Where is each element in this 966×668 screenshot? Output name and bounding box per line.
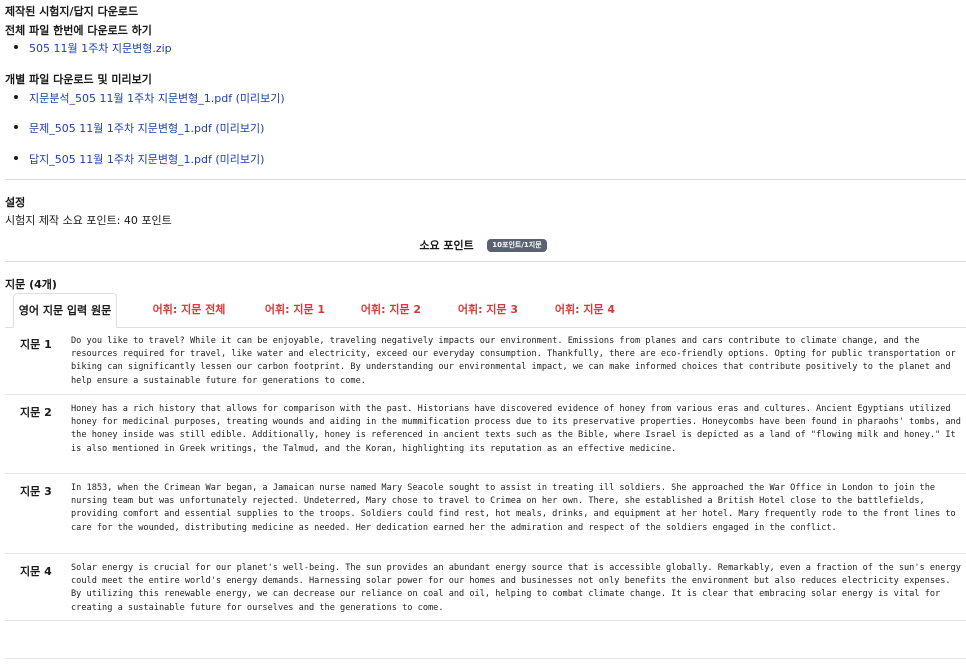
list-item: 지문분석_505 11월 1주차 지문변형_1.pdf (미리보기) — [14, 90, 285, 106]
answers-pdf-link[interactable]: 답지_505 11월 1주차 지문변형_1.pdf (미리보기) — [29, 153, 264, 166]
passage-label: 지문 4 — [20, 565, 52, 578]
points-info: 시험지 제작 소요 포인트: 40 포인트 — [5, 214, 172, 227]
passage-row: 지문 4 Solar energy is crucial for our pla… — [5, 554, 966, 621]
individual-file-list: 문제_505 11월 1주차 지문변형_1.pdf (미리보기) — [14, 120, 264, 136]
passage-label: 지문 3 — [20, 485, 52, 498]
tab-vocab-4[interactable]: 어휘: 지문 4 — [550, 293, 620, 327]
passage-row: 지문 3 In 1853, when the Crimean War began… — [5, 474, 966, 554]
zip-download-link[interactable]: 505 11월 1주차 지문변형.zip — [29, 42, 172, 55]
passage-row: 지문 2 Honey has a rich history that allow… — [5, 395, 966, 474]
list-item: 답지_505 11월 1주차 지문변형_1.pdf (미리보기) — [14, 151, 264, 167]
passage-label: 지문 2 — [20, 406, 52, 419]
individual-file-list: 지문분석_505 11월 1주차 지문변형_1.pdf (미리보기) — [14, 90, 285, 106]
passage-text: In 1853, when the Crimean War began, a J… — [71, 483, 956, 533]
analysis-pdf-link[interactable]: 지문분석_505 11월 1주차 지문변형_1.pdf (미리보기) — [29, 92, 285, 105]
passage-tabs: 영어 지문 입력 원문 어휘: 지문 전체 어휘: 지문 1 어휘: 지문 2 … — [5, 293, 966, 328]
passage-text: Solar energy is crucial for our planet's… — [71, 563, 961, 613]
passage-text: Do you like to travel? While it can be e… — [71, 336, 956, 386]
passage-label: 지문 1 — [20, 338, 52, 351]
tab-english-original[interactable]: 영어 지문 입력 원문 — [13, 293, 117, 328]
tab-vocab-all[interactable]: 어휘: 지문 전체 — [147, 293, 231, 327]
list-item: 문제_505 11월 1주차 지문변형_1.pdf (미리보기) — [14, 120, 264, 136]
downloads-title: 제작된 시험지/답지 다운로드 — [5, 5, 139, 18]
points-badge: 10포인트/1지문 — [487, 238, 547, 252]
individual-download-label: 개별 파일 다운로드 및 미리보기 — [5, 73, 152, 86]
download-all-label: 전체 파일 한번에 다운로드 하기 — [5, 24, 152, 37]
points-label: 소요 포인트 — [419, 239, 474, 252]
questions-pdf-link[interactable]: 문제_505 11월 1주차 지문변형_1.pdf (미리보기) — [29, 122, 264, 135]
zip-file-list: 505 11월 1주차 지문변형.zip — [14, 40, 172, 56]
list-item: 505 11월 1주차 지문변형.zip — [14, 40, 172, 56]
tab-vocab-3[interactable]: 어휘: 지문 3 — [453, 293, 523, 327]
passage-text: Honey has a rich history that allows for… — [71, 404, 961, 454]
points-row: 소요 포인트 10포인트/1지문 — [0, 237, 966, 253]
page: 제작된 시험지/답지 다운로드 전체 파일 한번에 다운로드 하기 505 11… — [0, 0, 966, 668]
passages-title: 지문 (4개) — [5, 278, 57, 291]
bottom-divider — [5, 658, 966, 659]
settings-title: 설정 — [5, 196, 26, 209]
tab-vocab-2[interactable]: 어휘: 지문 2 — [356, 293, 426, 327]
section-divider — [5, 179, 966, 180]
bullet-icon — [14, 156, 18, 160]
passage-row: 지문 1 Do you like to travel? While it can… — [5, 327, 966, 395]
section-divider — [5, 261, 966, 262]
tab-vocab-1[interactable]: 어휘: 지문 1 — [260, 293, 330, 327]
bullet-icon — [14, 45, 18, 49]
bullet-icon — [14, 95, 18, 99]
bullet-icon — [14, 125, 18, 129]
individual-file-list: 답지_505 11월 1주차 지문변형_1.pdf (미리보기) — [14, 151, 264, 167]
